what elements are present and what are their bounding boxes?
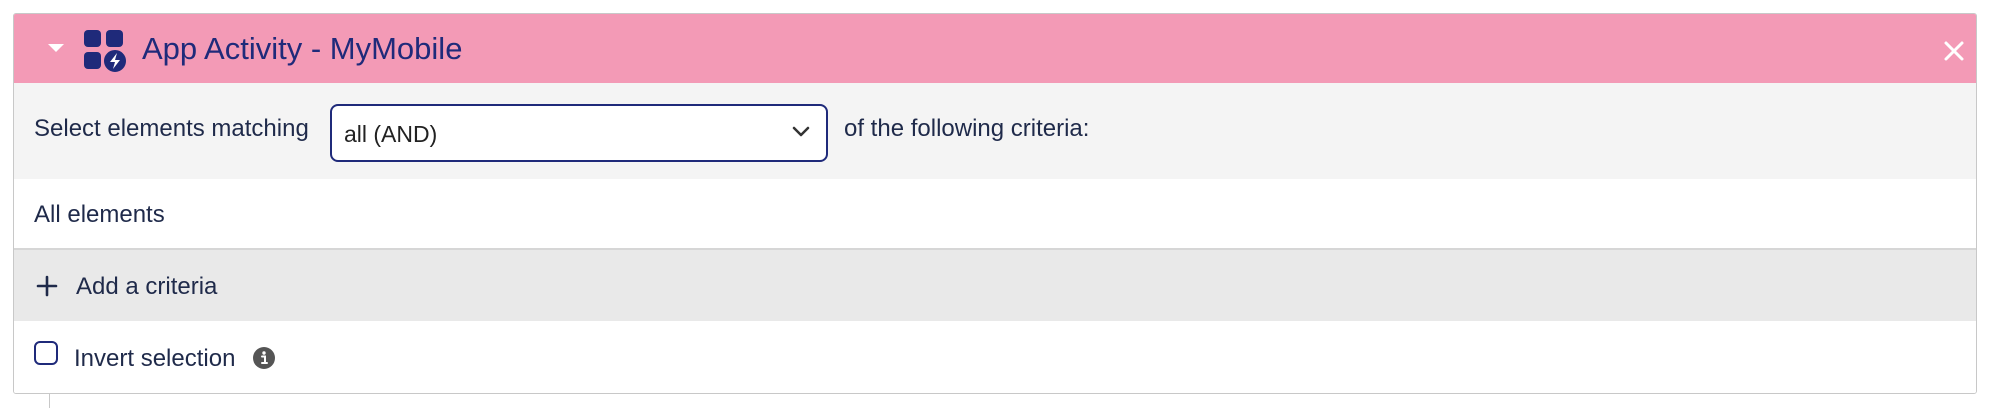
match-suffix-label: of the following criteria: xyxy=(844,115,1090,142)
match-mode-value: all (AND) xyxy=(344,121,438,147)
connector-line xyxy=(49,394,50,408)
panel-title: App Activity - MyMobile xyxy=(142,31,463,66)
info-icon[interactable] xyxy=(252,346,276,370)
add-criteria-button[interactable]: Add a criteria xyxy=(14,250,1976,321)
caret-down-icon[interactable] xyxy=(48,44,64,52)
chevron-down-icon xyxy=(792,126,810,137)
match-mode-select[interactable]: all (AND) xyxy=(330,104,828,162)
plus-icon xyxy=(36,275,58,297)
close-icon[interactable] xyxy=(1942,39,1966,63)
panel-header: App Activity - MyMobile xyxy=(14,14,1976,83)
match-mode-row: Select elements matching all (AND) of th… xyxy=(14,83,1976,179)
invert-selection-row: Invert selection xyxy=(14,321,1976,393)
match-prefix-label: Select elements matching xyxy=(34,115,309,142)
invert-selection-label: Invert selection xyxy=(74,345,236,372)
invert-selection-checkbox[interactable] xyxy=(34,341,58,365)
criteria-list: All elements xyxy=(14,179,1976,250)
add-criteria-label: Add a criteria xyxy=(76,273,218,300)
criteria-summary: All elements xyxy=(34,201,165,228)
segment-filter-panel: App Activity - MyMobile Select elements … xyxy=(13,13,1977,394)
app-activity-icon xyxy=(84,30,128,74)
